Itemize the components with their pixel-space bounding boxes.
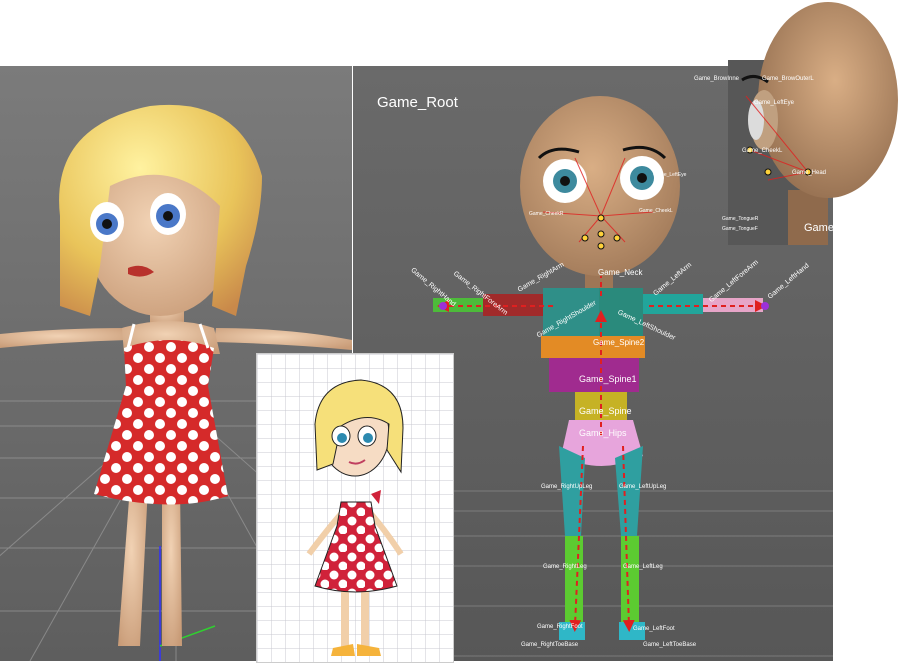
- concept-image: [257, 354, 453, 662]
- bone-label: Game_LeftFoot: [633, 626, 675, 632]
- head-side-image: [728, 2, 898, 245]
- head-bone-label: Game_N: [804, 222, 849, 234]
- bone-label: Game_LeftUpLeg: [619, 484, 667, 490]
- bone-label: Game_Spine1: [579, 374, 637, 384]
- bone-label: Game_CheekR: [529, 211, 564, 217]
- head-bone-label: Game_CheekL: [742, 148, 783, 154]
- head-side-panel: Game_BrowInne Game_BrowOuterL Game_LeftE…: [694, 0, 898, 245]
- bone-label: Game_LeftLeg: [623, 564, 663, 570]
- concept-sheet: [256, 353, 454, 663]
- bone-label: Game_RightLeg: [543, 564, 587, 570]
- head-bone-label: Game_BrowOuterL: [762, 76, 814, 82]
- head-bone-label: Game_TongueF: [722, 226, 758, 232]
- bone-label: Game_LeftToeBase: [643, 642, 697, 648]
- bone-label: Game_LeftEye: [653, 172, 687, 178]
- bone-label: Game_Neck: [598, 268, 643, 277]
- head-bone-label: Game_TongueR: [722, 216, 759, 222]
- bone-label: Game_Spine: [579, 406, 632, 416]
- head-bone-label: Game_LeftEye: [754, 100, 795, 106]
- bone-label: Game_RightToeBase: [521, 642, 579, 648]
- bone-label: Game_Spine2: [593, 338, 645, 347]
- head-bone-label: Game_Head: [792, 170, 827, 176]
- bone-label: Game_Hips: [579, 428, 627, 438]
- bone-label: Game_RightUpLeg: [541, 484, 593, 490]
- rig-root-label: Game_Root: [377, 94, 458, 111]
- head-bone-label: Game_BrowInne: [694, 76, 740, 82]
- bone-label: Game_RightFoot: [537, 624, 583, 630]
- bone-label: Game_CheekL: [639, 208, 673, 214]
